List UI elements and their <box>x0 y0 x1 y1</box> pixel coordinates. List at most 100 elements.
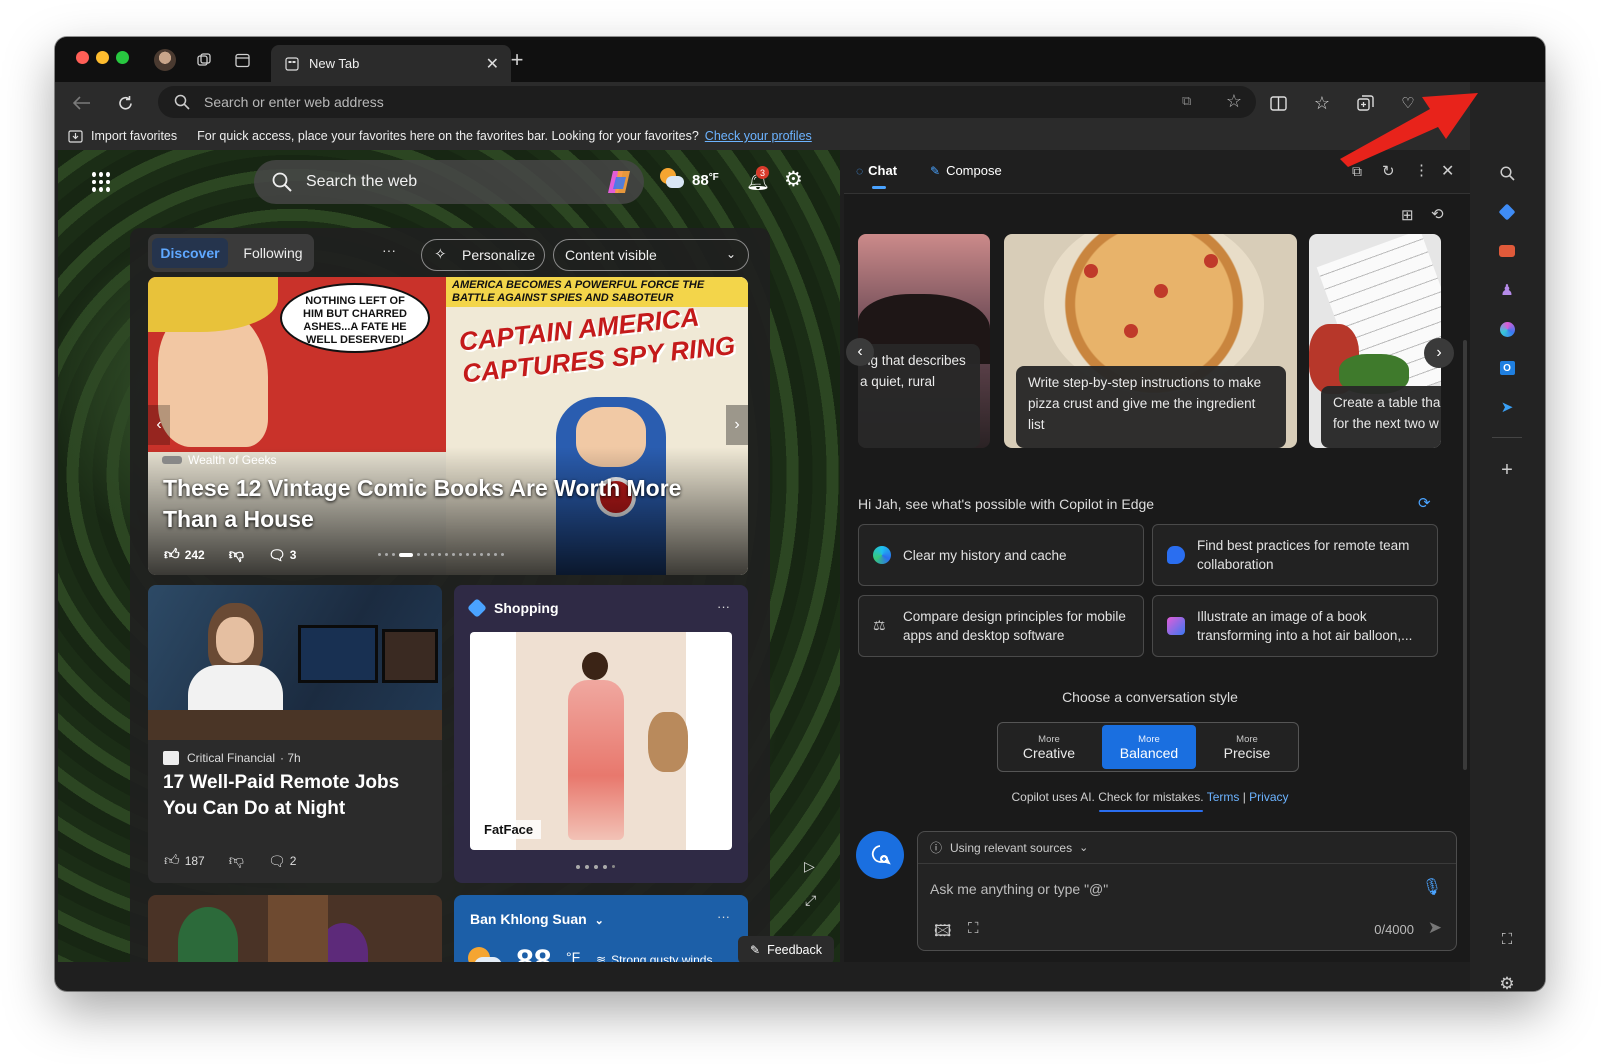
weather-card[interactable]: Ban Khlong Suan ⌄ ··· 88 °F ≋ Strong gusty… <box>454 895 748 962</box>
article-card-movie[interactable] <box>148 895 442 962</box>
copilot-search-icon[interactable] <box>606 169 634 195</box>
hero-next-arrow[interactable]: › <box>726 405 748 445</box>
split-screen-icon[interactable] <box>1267 92 1289 114</box>
workspaces-icon[interactable] <box>194 50 214 70</box>
style-balanced-label: Balanced <box>1119 744 1179 761</box>
like-icon[interactable]: 👍︎ <box>164 546 180 564</box>
tab-chat[interactable]: ◌ Chat <box>856 163 897 178</box>
personalize-button[interactable]: ✧ Personalize <box>421 239 545 271</box>
suggestion-design-principles[interactable]: ⚖︎ Compare design principles for mobile … <box>858 595 1144 657</box>
carousel-dots[interactable] <box>378 553 504 557</box>
carousel-prev-button[interactable]: ‹ <box>846 338 874 366</box>
feed-more-options[interactable]: ··· <box>382 242 396 258</box>
add-image-icon[interactable]: 🖾 <box>934 920 951 947</box>
settings-gear-icon[interactable]: ⚙︎ <box>784 167 803 192</box>
close-window-button[interactable] <box>76 51 89 64</box>
weather-card-more[interactable]: ··· <box>717 909 730 924</box>
suggestion-remote-collaboration[interactable]: Find best practices for remote team coll… <box>1152 524 1438 586</box>
new-topic-button[interactable] <box>856 831 904 879</box>
chat-input[interactable]: Ask me anything or type "@" <box>930 881 1108 897</box>
suggestion-illustrate-book[interactable]: Illustrate an image of a book transformi… <box>1152 595 1438 657</box>
tab-discover[interactable]: Discover <box>152 238 228 268</box>
history-icon[interactable]: ⟲ <box>1431 205 1444 223</box>
terms-link[interactable]: Terms <box>1207 790 1240 804</box>
back-button[interactable] <box>71 92 93 114</box>
close-tab-icon[interactable]: ✕ <box>486 54 499 74</box>
app-available-icon[interactable]: ⧉ <box>1182 93 1200 111</box>
sidebar-outlook-icon[interactable]: O <box>1496 357 1518 379</box>
sidebar-shopping-icon[interactable] <box>1496 201 1518 223</box>
hero-card[interactable]: NOTHING LEFT OF HIM BUT CHARRED ASHES...… <box>148 277 748 575</box>
style-balanced-top: More <box>1138 733 1160 745</box>
article-source[interactable]: Critical Financial · 7h <box>163 751 301 765</box>
feedback-button[interactable]: ✎ Feedback <box>738 936 834 962</box>
copilot-scrollbar[interactable] <box>1463 340 1467 770</box>
comment-icon[interactable]: 🗨︎ <box>268 853 286 870</box>
style-precise-button[interactable]: More Precise <box>1200 725 1294 769</box>
weather-location[interactable]: Ban Khlong Suan ⌄ <box>470 911 604 927</box>
style-precise-label: Precise <box>1223 744 1271 761</box>
suggestion-clear-history[interactable]: Clear my history and cache <box>858 524 1144 586</box>
dislike-icon[interactable]: 👎︎ <box>229 546 244 564</box>
sidebar-search-icon[interactable] <box>1496 162 1518 184</box>
sources-toggle[interactable]: ⓘ Using relevant sources ⌄ <box>918 832 1456 864</box>
microphone-icon[interactable]: 🎙︎ <box>1422 877 1442 897</box>
hero-title[interactable]: These 12 Vintage Comic Books Are Worth M… <box>163 473 723 535</box>
expand-icon[interactable]: ⤢ <box>805 892 816 909</box>
prompt-card-rural[interactable]: ing that describes a quiet, rural <box>858 234 990 448</box>
hero-prev-arrow[interactable]: ‹ <box>148 405 170 445</box>
tab-new-tab[interactable]: New Tab ✕ <box>271 45 511 82</box>
new-tab-button[interactable]: + <box>507 47 527 72</box>
dislike-icon[interactable]: 👎︎ <box>229 852 244 870</box>
screenshot-icon[interactable]: ⛶ <box>968 920 979 937</box>
tab-compose-label: Compose <box>946 163 1002 178</box>
shopping-card[interactable]: Shopping ··· FatFace <box>454 585 748 883</box>
article-card-remote-jobs[interactable]: Critical Financial · 7h 17 Well-Paid Remo… <box>148 585 442 883</box>
sidebar-screenshot-icon[interactable]: ⛶ <box>1496 928 1518 950</box>
content-visible-dropdown[interactable]: Content visible ⌄ <box>553 239 749 271</box>
privacy-link[interactable]: Privacy <box>1249 790 1288 804</box>
product-image[interactable]: FatFace <box>470 632 732 850</box>
shopping-carousel-dots[interactable] <box>576 865 615 869</box>
favorite-star-icon[interactable]: ☆ <box>1226 91 1242 112</box>
web-search-box[interactable]: Search the web <box>254 160 644 204</box>
prompt-card-table[interactable]: Create a table tha for the next two w <box>1309 234 1441 448</box>
tab-following[interactable]: Following <box>236 238 310 268</box>
style-creative-button[interactable]: More Creative <box>1002 725 1096 769</box>
prompt-card-pizza[interactable]: Write step-by-step instructions to make … <box>1004 234 1297 448</box>
favorites-icon[interactable]: ☆ <box>1311 92 1333 114</box>
hero-source[interactable]: Wealth of Geeks <box>162 453 277 467</box>
play-icon[interactable]: ▷ <box>804 858 815 875</box>
send-icon[interactable]: ➤ <box>1428 918 1442 938</box>
sidebar-tools-icon[interactable] <box>1496 240 1518 262</box>
tab-compose[interactable]: ✎ Compose <box>930 163 1002 178</box>
carousel-next-button[interactable]: › <box>1424 338 1454 368</box>
check-profiles-link[interactable]: Check your profiles <box>705 129 812 143</box>
apps-launcher-icon[interactable] <box>92 172 112 192</box>
minimize-window-button[interactable] <box>96 51 109 64</box>
news-feed: Discover Following ··· ✧ Personalize Con… <box>130 228 770 962</box>
sidebar-add-icon[interactable]: + <box>1496 459 1518 481</box>
refresh-button[interactable] <box>114 92 136 114</box>
weather-card-unit: °F <box>566 949 581 962</box>
like-icon[interactable]: 👍︎ <box>164 852 180 870</box>
style-balanced-button[interactable]: More Balanced <box>1102 725 1196 769</box>
plugins-grid-icon[interactable]: ⊞ <box>1401 206 1414 224</box>
zoom-window-button[interactable] <box>116 51 129 64</box>
sidebar-settings-icon[interactable]: ⚙︎ <box>1496 973 1518 991</box>
sidebar-microsoft365-icon[interactable] <box>1496 318 1518 340</box>
tab-actions-icon[interactable] <box>232 50 252 70</box>
import-favorites-button[interactable]: Import favorites <box>68 129 177 143</box>
refresh-suggestions-icon[interactable]: ⟳ <box>1418 494 1431 512</box>
weather-sun-cloud-icon[interactable] <box>660 168 684 190</box>
comment-icon[interactable]: 🗨︎ <box>268 547 286 564</box>
chat-icon: ◌ <box>856 163 864 178</box>
article-title[interactable]: 17 Well-Paid Remote Jobs You Can Do at N… <box>163 770 433 822</box>
chevron-down-icon: ⌄ <box>725 247 736 261</box>
weather-temp[interactable]: 88°F <box>692 172 719 189</box>
address-bar[interactable]: Search or enter web address ⧉ ☆ <box>158 86 1256 118</box>
profile-avatar[interactable] <box>154 49 176 71</box>
sidebar-games-icon[interactable]: ♟︎ <box>1496 279 1518 301</box>
shopping-more-options[interactable]: ··· <box>717 599 730 614</box>
sidebar-drop-icon[interactable]: ➤ <box>1496 396 1518 418</box>
